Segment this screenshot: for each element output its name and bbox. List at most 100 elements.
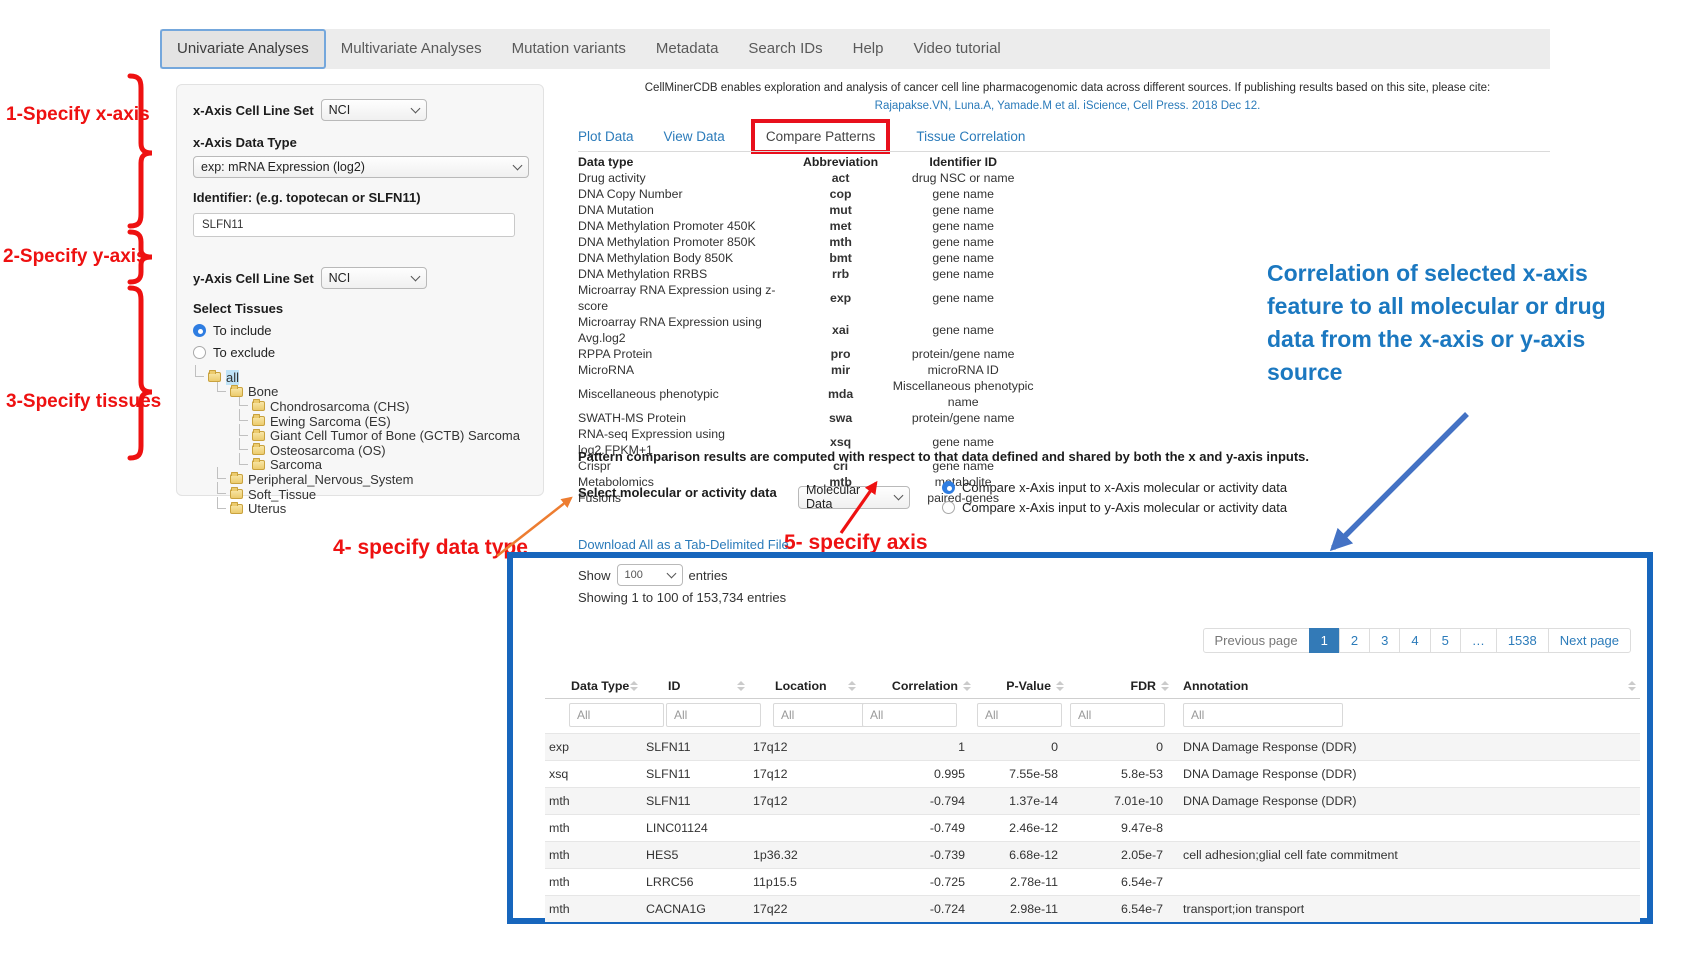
nav-tab-search-ids[interactable]: Search IDs	[733, 29, 837, 69]
sort-icon[interactable]	[630, 681, 638, 691]
sort-icon[interactable]	[737, 681, 745, 691]
ref-table-row: MicroRNAmirmicroRNA ID	[578, 362, 1048, 378]
next-page-button[interactable]: Next page	[1548, 628, 1631, 653]
sort-icon[interactable]	[1161, 681, 1169, 691]
axis-option-radio[interactable]: Compare x-Axis input to x-Axis molecular…	[942, 477, 1287, 497]
x-cell-line-set-select[interactable]: NCI	[321, 99, 427, 121]
filter-input-annotation[interactable]	[1183, 703, 1343, 727]
result-row-lrrc56[interactable]: mthLRRC5611p15.5-0.7252.78e-116.54e-7	[545, 869, 1640, 896]
nav-tab-help[interactable]: Help	[838, 29, 899, 69]
page-button-4[interactable]: 4	[1399, 628, 1430, 653]
sort-icon[interactable]	[963, 681, 971, 691]
cell-location	[749, 815, 860, 842]
identifier-label: Identifier: (e.g. topotecan or SLFN11)	[193, 190, 527, 205]
radio-icon	[942, 501, 955, 514]
tree-item-all[interactable]: all	[193, 370, 527, 385]
result-row-hes5[interactable]: mthHES51p36.32-0.7396.68e-122.05e-7cell …	[545, 842, 1640, 869]
identifier-input[interactable]	[193, 213, 515, 237]
nav-tab-univariate-analyses[interactable]: Univariate Analyses	[160, 29, 326, 69]
result-row-cacna1g[interactable]: mthCACNA1G17q22-0.7242.98e-116.54e-7tran…	[545, 896, 1640, 923]
col-header-correlation[interactable]: Correlation	[860, 676, 975, 699]
ref-table-row: DNA Copy Numbercopgene name	[578, 186, 1048, 202]
x-data-type-select[interactable]: exp: mRNA Expression (log2)	[193, 156, 529, 178]
result-row-slfn11[interactable]: xsqSLFN1117q120.9957.55e-585.8e-53DNA Da…	[545, 761, 1640, 788]
tree-item-label: Sarcoma	[270, 457, 322, 472]
sort-icon[interactable]	[1628, 681, 1636, 691]
previous-page-button[interactable]: Previous page	[1203, 628, 1310, 653]
datatype-name: Microarray RNA Expression using z-score	[578, 282, 803, 314]
chevron-down-icon	[410, 271, 420, 281]
page-button-2[interactable]: 2	[1339, 628, 1370, 653]
step3-label: 3-Specify tissues	[6, 391, 161, 413]
axis-option-label: Compare x-Axis input to x-Axis molecular…	[962, 480, 1287, 495]
col-header-p-value[interactable]: P-Value	[975, 676, 1068, 699]
tree-item-peripheral-nervous-system[interactable]: Peripheral_Nervous_System	[193, 472, 527, 487]
page-button-[interactable]: …	[1460, 628, 1497, 653]
col-header-annotation[interactable]: Annotation	[1173, 676, 1640, 699]
page-button-1538[interactable]: 1538	[1496, 628, 1549, 653]
tree-item-uterus[interactable]: Uterus	[193, 501, 527, 516]
entries-label: entries	[689, 568, 728, 583]
cell-location: 1p36.32	[749, 842, 860, 869]
col-header-fdr[interactable]: FDR	[1068, 676, 1173, 699]
result-row-linc01124[interactable]: mthLINC01124-0.7492.46e-129.47e-8	[545, 815, 1640, 842]
page-button-3[interactable]: 3	[1369, 628, 1400, 653]
tab-compare-patterns[interactable]: Compare Patterns	[751, 119, 891, 154]
sort-down-icon	[737, 687, 745, 691]
nav-tab-mutation-variants[interactable]: Mutation variants	[497, 29, 641, 69]
identifier-id: gene name	[878, 282, 1048, 314]
cell-id: LINC01124	[642, 815, 749, 842]
axis-option-radio[interactable]: Compare x-Axis input to y-Axis molecular…	[942, 497, 1287, 517]
page-button-5[interactable]: 5	[1430, 628, 1461, 653]
filter-cell	[642, 699, 749, 734]
tabs-divider	[578, 151, 1550, 152]
tissue-exclude-radio[interactable]: To exclude	[193, 345, 527, 360]
result-row-slfn11[interactable]: mthSLFN1117q12-0.7941.37e-147.01e-10DNA …	[545, 788, 1640, 815]
identifier-id: Miscellaneous phenotypic name	[878, 378, 1048, 410]
filter-input-p-value[interactable]	[977, 703, 1062, 727]
col-header-data-type[interactable]: Data Type	[545, 676, 642, 699]
header-content: FDR	[1072, 679, 1169, 693]
cell-fdr: 0	[1068, 734, 1173, 761]
tree-item-sarcoma[interactable]: Sarcoma	[193, 458, 527, 473]
y-cell-line-set-label: y-Axis Cell Line Set	[193, 271, 314, 286]
tab-view-data[interactable]: View Data	[664, 129, 725, 144]
tissue-include-radio[interactable]: To include	[193, 323, 527, 338]
filter-input-fdr[interactable]	[1070, 703, 1165, 727]
datatype-name: DNA Methylation Promoter 450K	[578, 218, 803, 234]
ref-table-row: Microarray RNA Expression using Avg.log2…	[578, 314, 1048, 346]
datatype-abbreviation: exp	[803, 282, 878, 314]
nav-tab-video-tutorial[interactable]: Video tutorial	[898, 29, 1015, 69]
page-size-select[interactable]: 100	[617, 564, 683, 586]
page-button-1[interactable]: 1	[1309, 628, 1340, 653]
citation-link[interactable]: Rajapakse.VN, Luna.A, Yamade.M et al. iS…	[575, 100, 1560, 112]
citation-text: CellMinerCDB enables exploration and ana…	[575, 82, 1560, 94]
folder-icon	[252, 460, 265, 470]
tree-item-label: Ewing Sarcoma (ES)	[270, 414, 391, 429]
filter-input-id[interactable]	[666, 703, 761, 727]
results-table: Data TypeIDLocationCorrelationP-Value FDR…	[545, 676, 1640, 922]
col-header-location[interactable]: Location	[749, 676, 860, 699]
tree-item-soft-tissue[interactable]: Soft_Tissue	[193, 487, 527, 502]
tree-item-label: Peripheral_Nervous_System	[248, 472, 413, 487]
y-cell-line-set-select[interactable]: NCI	[321, 267, 427, 289]
filter-input-correlation[interactable]	[862, 703, 957, 727]
datatype-abbreviation: met	[803, 218, 878, 234]
radio-icon	[193, 346, 206, 359]
sort-icon[interactable]	[1056, 681, 1064, 691]
download-link[interactable]: Download All as a Tab-Delimited File	[578, 537, 789, 552]
sort-icon[interactable]	[848, 681, 856, 691]
cell-fdr: 9.47e-8	[1068, 815, 1173, 842]
tab-tissue-correlation[interactable]: Tissue Correlation	[916, 129, 1025, 144]
molecular-data-select[interactable]: Molecular Data	[798, 486, 910, 509]
filter-input-location[interactable]	[773, 703, 868, 727]
result-row-slfn11[interactable]: expSLFN1117q12100DNA Damage Response (DD…	[545, 734, 1640, 761]
nav-tab-multivariate-analyses[interactable]: Multivariate Analyses	[326, 29, 497, 69]
nav-tab-metadata[interactable]: Metadata	[641, 29, 734, 69]
col-header-id[interactable]: ID	[642, 676, 749, 699]
cell-annotation: DNA Damage Response (DDR)	[1173, 788, 1640, 815]
tree-item-label: Chondrosarcoma (CHS)	[270, 399, 409, 414]
cell-fdr: 6.54e-7	[1068, 896, 1173, 923]
ref-table-row: DNA Methylation RRBSrrbgene name	[578, 266, 1048, 282]
tab-plot-data[interactable]: Plot Data	[578, 129, 634, 144]
